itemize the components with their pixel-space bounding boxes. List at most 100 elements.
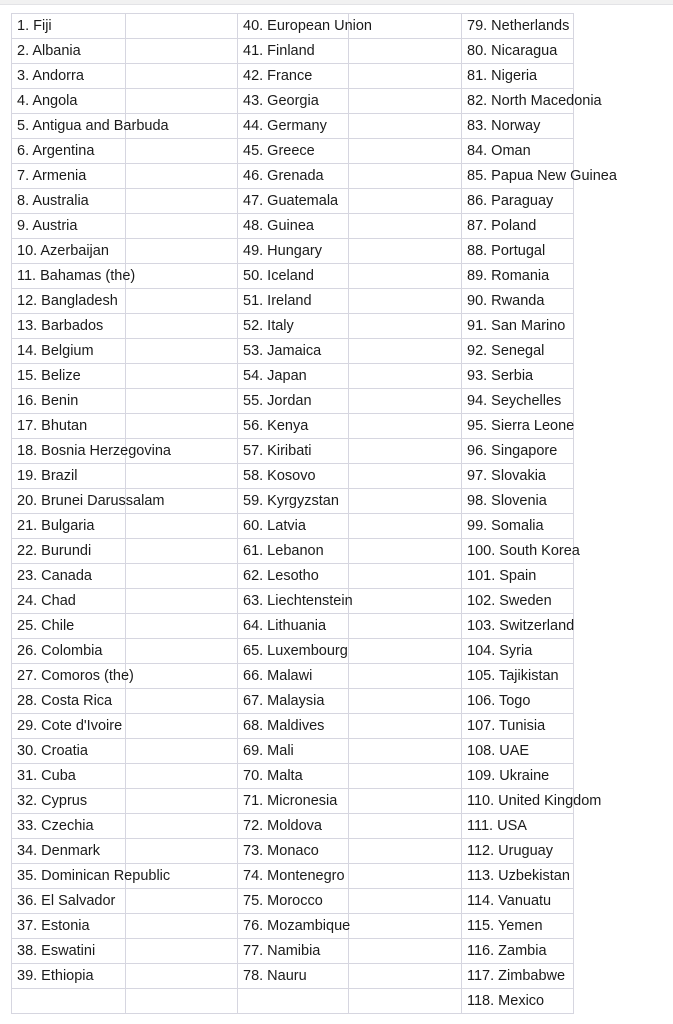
table-cell-country: 33. Czechia: [11, 813, 126, 839]
table-cell-country: 4. Angola: [11, 88, 126, 114]
table-cell-spacer: [348, 613, 462, 639]
table-row: 26. Colombia 65. Luxembourg 104. Syria: [11, 638, 574, 664]
table-cell-country: 80. Nicaragua: [461, 38, 574, 64]
table-cell-country: 78. Nauru: [237, 963, 349, 989]
table-cell-country: 62. Lesotho: [237, 563, 349, 589]
table-cell-spacer: [125, 913, 238, 939]
table-cell-spacer: [348, 288, 462, 314]
table-cell-country: 69. Mali: [237, 738, 349, 764]
table-cell-spacer: [125, 588, 238, 614]
table-row: 35. Dominican Republic 74. Montenegro 113.…: [11, 863, 574, 889]
table-cell-spacer: [348, 838, 462, 864]
table-cell-spacer: [125, 938, 238, 964]
table-cell-spacer: [125, 513, 238, 539]
table-cell-spacer: [125, 363, 238, 389]
table-cell-country: 99. Somalia: [461, 513, 574, 539]
table-cell-spacer: [125, 613, 238, 639]
table-cell-country: 28. Costa Rica: [11, 688, 126, 714]
table-cell-spacer: [125, 463, 238, 489]
table-row: 22. Burundi 61. Lebanon 100. South Korea: [11, 538, 580, 564]
table-cell-spacer: [125, 138, 238, 164]
table-cell-country: 74. Montenegro: [237, 863, 349, 889]
table-cell-country: 81. Nigeria: [461, 63, 574, 89]
table-cell-spacer: [348, 413, 462, 439]
table-cell-spacer: [348, 813, 462, 839]
table-cell-country: 85. Papua New Guinea: [461, 163, 617, 189]
table-cell-country: 102. Sweden: [461, 588, 574, 614]
table-row: 24. Chad 63. Liechtenstein 102. Sweden: [11, 588, 574, 614]
table-cell-spacer: [348, 863, 462, 889]
table-cell-country: 109. Ukraine: [461, 763, 574, 789]
table-row: 8. Australia 47. Guatemala 86. Paraguay: [11, 188, 574, 214]
table-cell-spacer: [125, 688, 238, 714]
table-cell-spacer: [348, 88, 462, 114]
table-cell-spacer: [348, 688, 462, 714]
table-cell-country: 87. Poland: [461, 213, 574, 239]
table-cell-spacer: [348, 63, 462, 89]
table-row: 34. Denmark 73. Monaco 112. Uruguay: [11, 838, 574, 864]
table-cell-country: 61. Lebanon: [237, 538, 349, 564]
table-cell-spacer: [348, 588, 462, 614]
table-cell-spacer: [125, 63, 238, 89]
table-row: 31. Cuba 70. Malta 109. Ukraine: [11, 763, 574, 789]
table-cell-country: 41. Finland: [237, 38, 349, 64]
table-cell-country: 71. Micronesia: [237, 788, 349, 814]
country-list-table: 1. Fiji 40. European Union 79. Netherlands…: [11, 13, 617, 1014]
table-cell-spacer: [348, 363, 462, 389]
table-row: 19. Brazil 58. Kosovo 97. Slovakia: [11, 463, 574, 489]
table-cell-country: 100. South Korea: [461, 538, 580, 564]
table-cell-spacer: [348, 888, 462, 914]
table-cell-country: 60. Latvia: [237, 513, 349, 539]
table-row: 25. Chile 64. Lithuania 103. Switzerland: [11, 613, 574, 639]
table-row: 20. Brunei Darussalam 59. Kyrgyzstan 98. S…: [11, 488, 574, 514]
table-cell-country: 65. Luxembourg: [237, 638, 349, 664]
table-cell-country: 48. Guinea: [237, 213, 349, 239]
table-cell-spacer: [125, 263, 238, 289]
table-row: 33. Czechia 72. Moldova 111. USA: [11, 813, 574, 839]
table-cell-country: 52. Italy: [237, 313, 349, 339]
table-cell-country: 90. Rwanda: [461, 288, 574, 314]
table-cell-country: 50. Iceland: [237, 263, 349, 289]
table-cell-spacer: [125, 813, 238, 839]
table-cell-spacer: [125, 388, 238, 414]
table-cell-spacer: [125, 988, 238, 1014]
table-cell-country: 18. Bosnia Herzegovina: [11, 438, 171, 464]
table-cell-country: 105. Tajikistan: [461, 663, 574, 689]
table-cell-country: 92. Senegal: [461, 338, 574, 364]
table-row: 39. Ethiopia 78. Nauru 117. Zimbabwe: [11, 963, 574, 989]
table-cell-country: 82. North Macedonia: [461, 88, 602, 114]
table-row: 37. Estonia 76. Mozambique 115. Yemen: [11, 913, 574, 939]
table-cell-country: 13. Barbados: [11, 313, 126, 339]
table-cell-spacer: [348, 138, 462, 164]
table-cell-country: 67. Malaysia: [237, 688, 349, 714]
table-cell-spacer: [125, 788, 238, 814]
table-cell-spacer: [348, 988, 462, 1014]
table-cell-spacer: [125, 238, 238, 264]
table-cell-country: 10. Azerbaijan: [11, 238, 126, 264]
table-cell-country: 70. Malta: [237, 763, 349, 789]
table-cell-country: 11. Bahamas (the): [11, 263, 135, 289]
table-cell-country: 45. Greece: [237, 138, 349, 164]
table-cell-country: 39. Ethiopia: [11, 963, 126, 989]
table-cell-country: 115. Yemen: [461, 913, 574, 939]
table-cell-spacer: [348, 163, 462, 189]
table-cell-country: 63. Liechtenstein: [237, 588, 353, 614]
table-cell-country: 66. Malawi: [237, 663, 349, 689]
table-cell-country: 114. Vanuatu: [461, 888, 574, 914]
table-cell-country: 75. Morocco: [237, 888, 349, 914]
table-cell-country: [11, 988, 126, 1014]
table-cell-spacer: [125, 663, 238, 689]
table-cell-country: 101. Spain: [461, 563, 574, 589]
table-cell-country: 84. Oman: [461, 138, 574, 164]
table-cell-country: 6. Argentina: [11, 138, 126, 164]
table-cell-country: 16. Benin: [11, 388, 126, 414]
table-cell-country: 59. Kyrgyzstan: [237, 488, 349, 514]
table-cell-country: 88. Portugal: [461, 238, 574, 264]
table-row: 1. Fiji 40. European Union 79. Netherlands: [11, 13, 574, 39]
table-cell-country: 20. Brunei Darussalam: [11, 488, 165, 514]
table-row: 5. Antigua and Barbuda 44. Germany 83. Nor…: [11, 113, 574, 139]
table-cell-country: 43. Georgia: [237, 88, 349, 114]
table-cell-spacer: [125, 88, 238, 114]
table-cell-country: 38. Eswatini: [11, 938, 126, 964]
table-cell-country: 118. Mexico: [461, 988, 574, 1014]
